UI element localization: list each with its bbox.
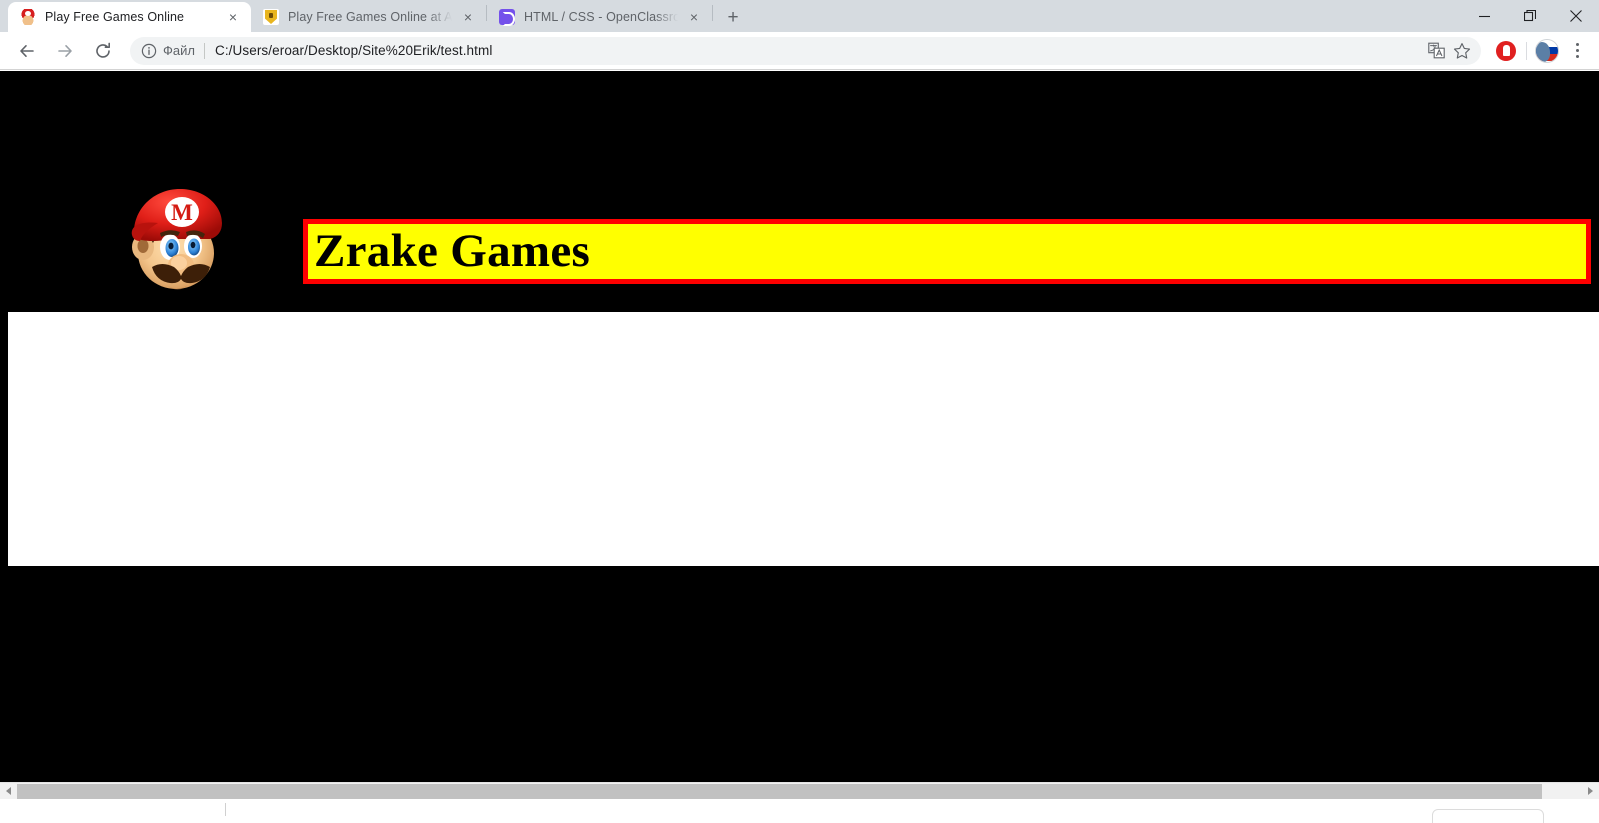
tab-close-icon[interactable]: × [223,7,243,27]
armor-shield-favicon [263,9,279,25]
main-content-panel [8,312,1599,566]
url-scheme-label: Файл [163,43,195,58]
window-controls [1461,0,1599,32]
scroll-right-arrow-icon[interactable] [1582,782,1599,800]
browser-tab-2[interactable]: Play Free Games Online at Armor × [251,2,486,32]
minimize-button[interactable] [1461,0,1507,32]
desktop-taskbar [0,799,1599,823]
translate-icon[interactable] [1423,38,1449,64]
tab-title: Play Free Games Online [45,10,185,24]
page-viewport: M Zrake Games [0,71,1599,782]
profile-avatar[interactable] [1535,38,1559,63]
site-header: M Zrake Games [0,71,1599,312]
taskbar-popup-edge [1432,809,1544,823]
browser-toolbar: Файл C:/Users/eroar/Desktop/Site%20Erik/… [0,32,1599,70]
toolbar-divider [1526,41,1527,60]
page-title: Zrake Games [314,225,591,277]
reload-button[interactable] [88,36,118,66]
mario-head-logo: M [118,181,231,299]
omnibox-divider [203,42,205,59]
tab-close-icon[interactable]: × [684,7,704,27]
svg-text:M: M [171,200,193,225]
site-info-icon[interactable] [140,42,157,59]
chrome-menu-button[interactable] [1563,37,1591,65]
omnibox-actions [1423,38,1475,64]
restore-button[interactable] [1507,0,1553,32]
url-text[interactable]: C:/Users/eroar/Desktop/Site%20Erik/test.… [215,43,1423,58]
tab-divider [712,5,713,21]
back-button[interactable] [12,36,42,66]
new-tab-button[interactable]: + [719,3,747,31]
scroll-left-arrow-icon[interactable] [0,782,17,800]
browser-tab-3[interactable]: HTML / CSS - OpenClassrooms × [487,2,712,32]
adblock-extension-icon[interactable] [1492,37,1520,65]
forward-button[interactable] [50,36,80,66]
tab-strip: Play Free Games Online × Play Free Games… [0,0,1599,32]
tab-title: Play Free Games Online at Armor [288,10,452,24]
browser-window: Play Free Games Online × Play Free Games… [0,0,1599,823]
site-title-banner: Zrake Games [303,219,1591,284]
scrollbar-thumb[interactable] [17,783,1542,799]
openclassrooms-favicon [499,9,515,26]
close-button[interactable] [1553,0,1599,32]
scrollbar-track[interactable] [17,782,1582,800]
star-icon[interactable] [1449,38,1475,64]
browser-tab-1[interactable]: Play Free Games Online × [8,2,251,32]
address-bar[interactable]: Файл C:/Users/eroar/Desktop/Site%20Erik/… [130,36,1481,65]
horizontal-scrollbar[interactable] [0,782,1599,800]
tab-title: HTML / CSS - OpenClassrooms [524,10,678,24]
tab-close-icon[interactable]: × [458,7,478,27]
mario-favicon [20,9,36,25]
taskbar-divider [225,803,226,816]
